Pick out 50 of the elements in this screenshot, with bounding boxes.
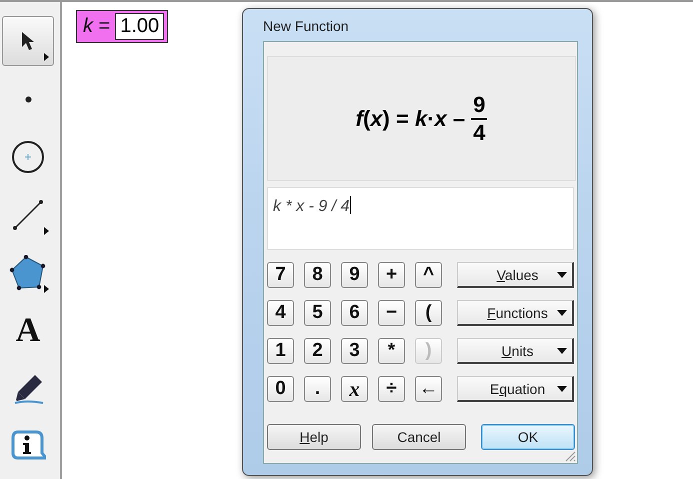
polygon-icon	[9, 255, 47, 291]
arrow-tool[interactable]	[2, 16, 54, 66]
point-icon	[24, 96, 32, 102]
keypad-key[interactable]: 7	[267, 262, 294, 288]
dialog-button[interactable]: Help	[267, 424, 361, 450]
keypad-key[interactable]: 4	[267, 300, 294, 326]
formula-expression: f(x) = k·x –	[356, 106, 466, 132]
dropdown-button[interactable]: Equation	[457, 376, 574, 402]
keypad-key[interactable]: 5	[304, 300, 331, 326]
parameter-box[interactable]: k = 1.00	[76, 10, 168, 43]
keypad-key[interactable]: 2	[304, 338, 331, 364]
dropdown-caret-icon	[557, 386, 567, 392]
dialog-title: New Function	[263, 17, 350, 36]
parameter-label: k =	[83, 15, 110, 38]
keypad-key[interactable]: ÷	[378, 376, 405, 402]
submenu-triangle-icon	[44, 227, 49, 235]
fraction-denominator: 4	[472, 120, 486, 146]
resize-grip-icon	[564, 450, 576, 462]
keypad-key[interactable]: .	[304, 376, 331, 402]
keypad-key[interactable]: *	[378, 338, 405, 364]
keypad-key[interactable]: 1	[267, 338, 294, 364]
keypad-key[interactable]: ←	[415, 376, 442, 402]
segment-icon	[11, 198, 45, 232]
parameter-value: 1.00	[115, 13, 164, 40]
arrow-pointer-icon	[20, 31, 36, 51]
keypad-key[interactable]: 9	[341, 262, 368, 288]
dropdown-caret-icon	[557, 310, 567, 316]
keypad-key[interactable]: 6	[341, 300, 368, 326]
keypad-key[interactable]: ^	[415, 262, 442, 288]
keypad-key[interactable]: −	[378, 300, 405, 326]
dropdown-button[interactable]: Values	[457, 262, 574, 288]
keypad-key[interactable]: x	[341, 376, 368, 402]
dropdown-caret-icon	[557, 272, 567, 278]
keypad-key[interactable]: 8	[304, 262, 331, 288]
keypad-key[interactable]: 0	[267, 376, 294, 402]
dropdown-button[interactable]: Functions	[457, 300, 574, 326]
fraction-numerator: 9	[471, 92, 488, 120]
dropdown-button[interactable]: Units	[457, 338, 574, 364]
keypad-key[interactable]: 3	[341, 338, 368, 364]
circle-icon	[11, 140, 45, 174]
dialog-button[interactable]: Cancel	[372, 424, 466, 450]
expression-input[interactable]: k * x - 9 / 4	[267, 187, 574, 250]
dialog-button[interactable]: OK	[481, 424, 575, 450]
dropdown-caret-icon	[557, 348, 567, 354]
keypad-key[interactable]: (	[415, 300, 442, 326]
submenu-triangle-icon	[44, 285, 49, 293]
text-tool[interactable]: A	[2, 306, 54, 356]
keypad-key[interactable]: +	[378, 262, 405, 288]
text-tool-glyph: A	[16, 312, 40, 350]
submenu-triangle-icon	[44, 53, 49, 61]
